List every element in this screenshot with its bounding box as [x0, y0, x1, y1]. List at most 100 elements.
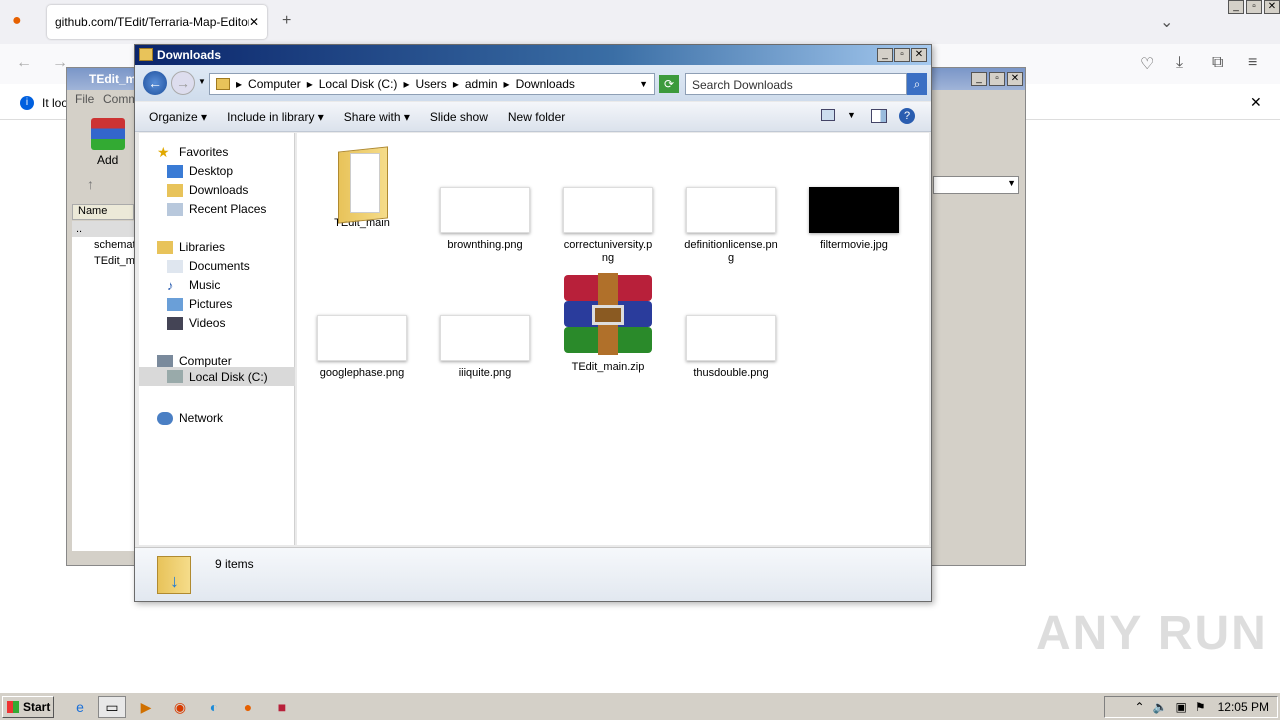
nav-libraries[interactable]: Libraries	[157, 240, 225, 254]
include-label: Include in library	[227, 109, 315, 124]
organize-button[interactable]: Organize ▾	[149, 110, 207, 124]
edge-icon[interactable]: ◐	[200, 696, 228, 718]
view-dropdown-icon[interactable]: ▼	[847, 110, 856, 120]
extensions-icon[interactable]: ⧉	[1212, 54, 1223, 72]
downloads-icon[interactable]: ⤓	[1176, 54, 1183, 72]
image-thumbnail	[686, 315, 776, 361]
winrar-menu-file[interactable]: File	[75, 92, 94, 106]
winrar-taskbar-icon[interactable]: ■	[268, 696, 296, 718]
preview-pane-icon[interactable]	[871, 109, 887, 123]
status-bar: ↓ 9 items	[135, 547, 931, 601]
file-item[interactable]: correctuniversity.p ng	[553, 187, 663, 265]
back-icon[interactable]: ←	[16, 54, 32, 72]
search-input[interactable]: Search Downloads	[685, 73, 907, 95]
chrome-icon[interactable]: ◉	[166, 696, 194, 718]
explorer-minimize-button[interactable]: _	[877, 48, 893, 62]
volume-icon[interactable]: 🔈	[1153, 700, 1168, 714]
winrar-maximize-button[interactable]: ▫	[989, 72, 1005, 86]
slide-show-button[interactable]: Slide show	[430, 110, 488, 124]
file-item[interactable]: TEdit_main	[307, 143, 417, 230]
nav-music[interactable]: ♪ Music	[167, 278, 220, 292]
nav-documents[interactable]: Documents	[167, 259, 250, 273]
nav-downloads[interactable]: Downloads	[167, 183, 248, 197]
flag-icon[interactable]: ⚑	[1195, 700, 1206, 714]
folder-icon	[216, 78, 230, 90]
file-view: TEdit_main brownthing.png correctunivers…	[297, 133, 929, 545]
share-label: Share with	[343, 109, 401, 124]
up-arrow-icon[interactable]: ↑	[87, 176, 94, 192]
nav-network[interactable]: Network	[157, 411, 223, 425]
breadcrumb-separator: ▸	[236, 77, 243, 91]
star-icon: ★	[157, 143, 170, 160]
breadcrumb-computer[interactable]: Computer	[248, 77, 301, 91]
internet-explorer-icon[interactable]: e	[66, 696, 94, 718]
view-icon[interactable]	[821, 109, 835, 121]
nav-label: Favorites	[179, 145, 229, 159]
close-button[interactable]: ✕	[1264, 0, 1280, 14]
network-tray-icon[interactable]: ▣	[1176, 700, 1187, 714]
nav-favorites[interactable]: ★ Favorites	[157, 143, 229, 160]
breadcrumb-separator: ▸	[452, 77, 459, 91]
explorer-taskbar-icon[interactable]: ▭	[98, 696, 126, 718]
include-in-library-button[interactable]: Include in library ▾	[227, 110, 324, 124]
nav-videos[interactable]: Videos	[167, 316, 225, 330]
winrar-add-label[interactable]: Add	[97, 153, 118, 167]
nav-computer[interactable]: Computer	[157, 354, 232, 368]
address-dropdown-icon[interactable]: ▼	[639, 79, 648, 89]
file-item[interactable]: filtermovie.jpg	[799, 187, 909, 252]
forward-icon[interactable]: →	[171, 71, 195, 95]
browser-tab[interactable]: github.com/TEdit/Terraria-Map-Editor/r ✕	[47, 5, 267, 39]
breadcrumb-local-disk[interactable]: Local Disk (C:)	[319, 77, 398, 91]
nav-recent-places[interactable]: Recent Places	[167, 202, 266, 216]
file-item[interactable]: thusdouble.png	[676, 315, 786, 380]
nav-local-disk[interactable]: Local Disk (C:)	[139, 367, 295, 386]
file-name: filtermovie.jpg	[820, 239, 888, 251]
share-with-button[interactable]: Share with ▾	[344, 110, 410, 124]
close-notice-icon[interactable]: ✕	[1250, 94, 1262, 111]
firefox-taskbar-icon[interactable]: ●	[234, 696, 262, 718]
watermark: ANY RUN	[1036, 607, 1268, 660]
nav-pictures[interactable]: Pictures	[167, 297, 232, 311]
pocket-icon[interactable]: ♡	[1140, 54, 1154, 74]
explorer-maximize-button[interactable]: ▫	[894, 48, 910, 62]
breadcrumb-downloads[interactable]: Downloads	[516, 77, 575, 91]
notice-text: It loo	[42, 96, 69, 110]
list-item[interactable]: ..	[72, 221, 134, 237]
file-item[interactable]: definitionlicense.pn g	[676, 187, 786, 265]
menu-icon[interactable]: ≡	[1248, 54, 1257, 72]
winrar-minimize-button[interactable]: _	[971, 72, 987, 86]
restore-button[interactable]: ▫	[1246, 0, 1262, 14]
minimize-button[interactable]: _	[1228, 0, 1244, 14]
refresh-icon[interactable]: ⟳	[659, 75, 679, 93]
download-arrow-icon: ↓	[170, 571, 179, 591]
file-item[interactable]: TEdit_main.zip	[553, 273, 663, 374]
list-tabs-icon[interactable]: ⌄	[1160, 12, 1173, 32]
new-tab-button[interactable]: +	[282, 12, 291, 30]
back-icon[interactable]: ←	[143, 71, 167, 95]
nav-desktop[interactable]: Desktop	[167, 164, 233, 178]
list-item[interactable]: schemat	[72, 237, 136, 253]
address-bar[interactable]: ▸ Computer ▸ Local Disk (C:) ▸ Users ▸ a…	[209, 73, 655, 95]
winrar-add-icon[interactable]	[91, 118, 125, 150]
clock[interactable]: 12:05 PM	[1218, 700, 1269, 714]
file-item[interactable]: iiiquite.png	[430, 315, 540, 380]
show-hidden-icons[interactable]: ⌃	[1135, 700, 1145, 714]
file-item[interactable]: googlephase.png	[307, 315, 417, 380]
history-dropdown-icon[interactable]: ▼	[198, 77, 206, 86]
help-icon[interactable]: ?	[899, 108, 915, 124]
list-item[interactable]: TEdit_m	[72, 253, 135, 269]
new-folder-button[interactable]: New folder	[508, 110, 565, 124]
search-icon[interactable]: ⌕	[907, 73, 927, 95]
breadcrumb-admin[interactable]: admin	[465, 77, 498, 91]
file-item[interactable]: brownthing.png	[430, 187, 540, 252]
close-tab-icon[interactable]: ✕	[249, 15, 259, 29]
explorer-close-button[interactable]: ✕	[911, 48, 927, 62]
winrar-name-column[interactable]: Name	[72, 204, 134, 220]
breadcrumb-users[interactable]: Users	[415, 77, 446, 91]
winrar-path-dropdown[interactable]: ▼	[933, 176, 1019, 194]
breadcrumb-separator: ▸	[503, 77, 510, 91]
start-button[interactable]: Start	[2, 696, 54, 718]
winrar-close-button[interactable]: ✕	[1007, 72, 1023, 86]
firefox-icon: ●	[12, 12, 22, 29]
media-player-icon[interactable]: ▶	[132, 696, 160, 718]
